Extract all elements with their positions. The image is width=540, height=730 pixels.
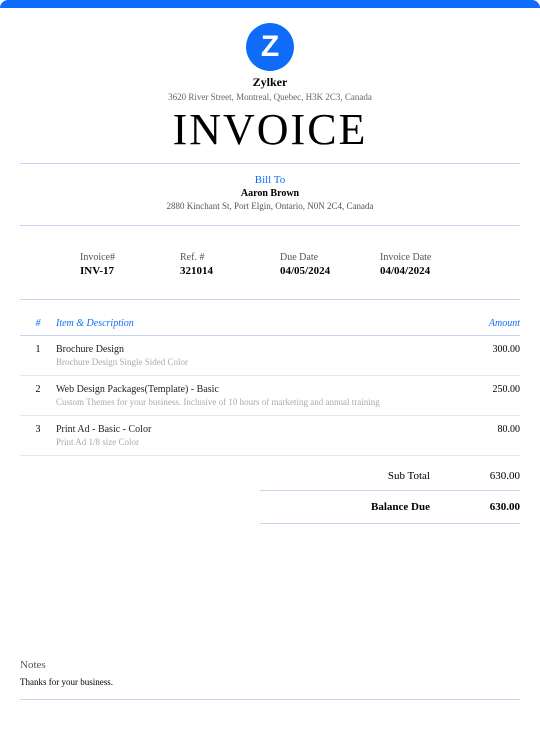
item-desc: Brochure Design Brochure Design Single Si… (56, 344, 450, 367)
item-amount: 250.00 (450, 384, 520, 407)
subtotal-label: Sub Total (320, 470, 430, 482)
items-body: 1Brochure Design Brochure Design Single S… (20, 336, 520, 456)
meta-label: Invoice Date (380, 252, 480, 263)
divider (20, 299, 520, 300)
meta-value: 321014 (180, 265, 280, 277)
meta-value: 04/04/2024 (380, 265, 480, 277)
logo-letter: Z (261, 30, 279, 64)
item-row: 2Web Design Packages(Template) - Basic Cu… (20, 376, 520, 416)
balance-label: Balance Due (320, 501, 430, 513)
item-num: 2 (20, 384, 56, 407)
item-amount: 80.00 (450, 424, 520, 447)
meta-label: Ref. # (180, 252, 280, 263)
subtotal-row: Sub Total 630.00 (20, 462, 520, 490)
meta-row: Invoice# INV-17 Ref. # 321014 Due Date 0… (20, 238, 520, 291)
top-accent-bar (0, 0, 540, 8)
notes-text: Thanks for your business. (20, 677, 520, 687)
bill-to-label: Bill To (20, 174, 520, 186)
item-detail: Custom Themes for your business. Inclusi… (56, 397, 450, 407)
subtotal-value: 630.00 (430, 470, 520, 482)
col-amount-header: Amount (450, 318, 520, 329)
balance-value: 630.00 (430, 501, 520, 513)
company-logo: Z (246, 23, 294, 71)
item-num: 1 (20, 344, 56, 367)
divider (20, 163, 520, 164)
item-row: 3Print Ad - Basic - Color Print Ad 1/8 si… (20, 416, 520, 456)
invoice-container: Z Zylker 3620 River Street, Montreal, Qu… (0, 8, 540, 524)
item-num: 3 (20, 424, 56, 447)
item-detail: Print Ad 1/8 size Color (56, 437, 450, 447)
col-num-header: # (20, 318, 56, 329)
bill-to-section: Bill To Aaron Brown 2880 Kinchant St, Po… (20, 174, 520, 211)
meta-ref: Ref. # 321014 (180, 252, 280, 277)
meta-invoice-num: Invoice# INV-17 (80, 252, 180, 277)
totals-section: Sub Total 630.00 Balance Due 630.00 (20, 462, 520, 524)
meta-due-date: Due Date 04/05/2024 (280, 252, 380, 277)
notes-section: Notes Thanks for your business. (20, 659, 520, 700)
meta-label: Due Date (280, 252, 380, 263)
item-detail: Brochure Design Single Sided Color (56, 357, 450, 367)
header: Z Zylker 3620 River Street, Montreal, Qu… (20, 23, 520, 155)
meta-value: INV-17 (80, 265, 180, 277)
meta-value: 04/05/2024 (280, 265, 380, 277)
item-amount: 300.00 (450, 344, 520, 367)
item-desc: Print Ad - Basic - Color Print Ad 1/8 siz… (56, 424, 450, 447)
item-name: Web Design Packages(Template) - Basic (56, 384, 450, 395)
company-name: Zylker (20, 75, 520, 90)
notes-label: Notes (20, 659, 520, 671)
bill-to-address: 2880 Kinchant St, Port Elgin, Ontario, N… (20, 201, 520, 211)
company-address: 3620 River Street, Montreal, Quebec, H3K… (20, 92, 520, 102)
notes-divider (20, 699, 520, 700)
item-desc: Web Design Packages(Template) - Basic Cus… (56, 384, 450, 407)
meta-invoice-date: Invoice Date 04/04/2024 (380, 252, 480, 277)
col-desc-header: Item & Description (56, 318, 450, 329)
item-row: 1Brochure Design Brochure Design Single S… (20, 336, 520, 376)
items-header: # Item & Description Amount (20, 312, 520, 336)
meta-label: Invoice# (80, 252, 180, 263)
divider (20, 225, 520, 226)
balance-row: Balance Due 630.00 (260, 490, 520, 524)
invoice-title: INVOICE (20, 104, 520, 155)
bill-to-name: Aaron Brown (20, 188, 520, 199)
item-name: Brochure Design (56, 344, 450, 355)
item-name: Print Ad - Basic - Color (56, 424, 450, 435)
